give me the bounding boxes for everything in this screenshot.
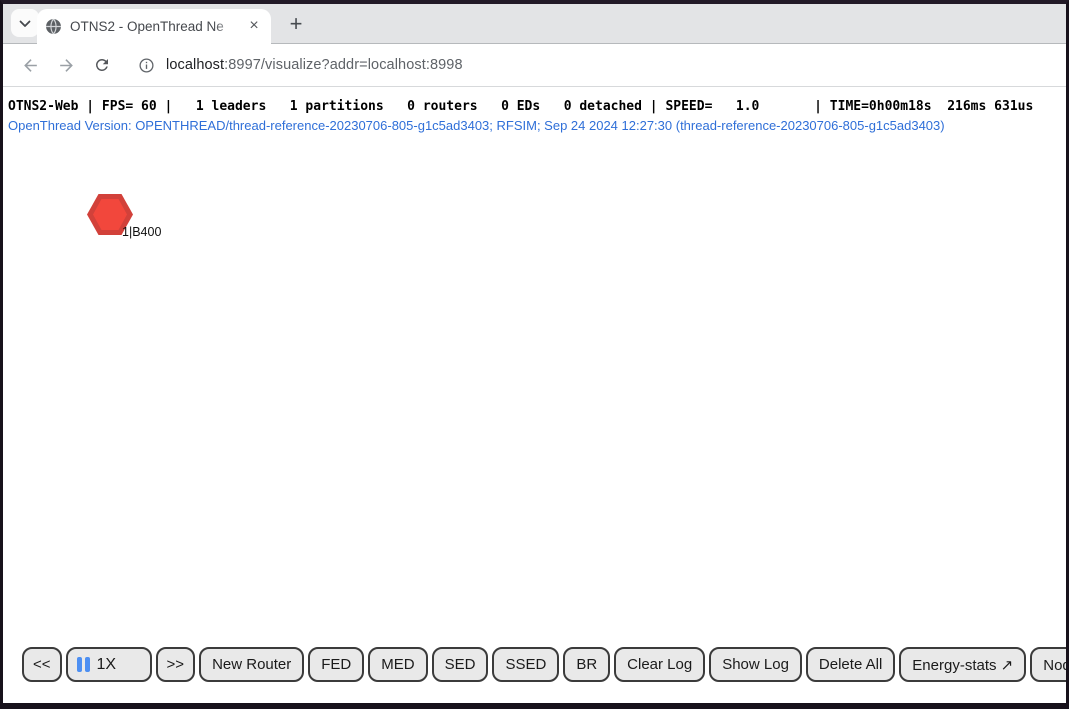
clear-log-button[interactable]: Clear Log: [614, 647, 705, 682]
tab-search-button[interactable]: [11, 9, 39, 37]
speed-decrease-button[interactable]: <<: [22, 647, 62, 682]
node-stats-button[interactable]: Node-stats ↗: [1030, 647, 1066, 682]
med-button[interactable]: MED: [368, 647, 427, 682]
speed-increase-button[interactable]: >>: [156, 647, 196, 682]
browser-toolbar: localhost:8997/visualize?addr=localhost:…: [3, 44, 1066, 87]
version-link[interactable]: OpenThread Version: OPENTHREAD/thread-re…: [8, 118, 945, 133]
ssed-button[interactable]: SSED: [492, 647, 559, 682]
action-toolbar: << 1X >> New Router FED MED SED SSED BR …: [22, 647, 1066, 682]
address-bar[interactable]: localhost:8997/visualize?addr=localhost:…: [135, 54, 463, 76]
tab-strip: OTNS2 - OpenThread Ne × +: [3, 4, 1066, 44]
status-line: OTNS2-Web | FPS= 60 | 1 leaders 1 partit…: [8, 99, 1033, 114]
tab-title: OTNS2 - OpenThread Ne: [70, 19, 224, 34]
tab-close-icon[interactable]: ×: [245, 18, 263, 36]
forward-icon[interactable]: [53, 52, 79, 78]
speed-label: 1X: [97, 656, 117, 674]
url-path: :8997/visualize?addr=localhost:8998: [224, 57, 463, 73]
browser-tab[interactable]: OTNS2 - OpenThread Ne ×: [37, 9, 271, 44]
sed-button[interactable]: SED: [432, 647, 489, 682]
node-label: 1|B400: [122, 225, 161, 239]
new-router-button[interactable]: New Router: [199, 647, 304, 682]
back-icon[interactable]: [17, 52, 43, 78]
browser-window: OTNS2 - OpenThread Ne × + localh: [0, 0, 1069, 709]
globe-favicon-icon: [45, 18, 62, 35]
site-info-icon[interactable]: [135, 54, 157, 76]
new-tab-button[interactable]: +: [282, 10, 310, 38]
chevron-down-icon: [19, 16, 31, 31]
pause-speed-button[interactable]: 1X: [66, 647, 152, 682]
energy-stats-button[interactable]: Energy-stats ↗: [899, 647, 1026, 682]
delete-all-button[interactable]: Delete All: [806, 647, 895, 682]
br-button[interactable]: BR: [563, 647, 610, 682]
url-text[interactable]: localhost:8997/visualize?addr=localhost:…: [166, 57, 463, 73]
pause-icon: [77, 657, 90, 672]
page-content: OTNS2-Web | FPS= 60 | 1 leaders 1 partit…: [3, 87, 1066, 701]
tab-title-wrap: OTNS2 - OpenThread Ne: [70, 18, 239, 36]
show-log-button[interactable]: Show Log: [709, 647, 802, 682]
reload-icon[interactable]: [89, 52, 115, 78]
tab-title-fade: [213, 18, 239, 36]
fed-button[interactable]: FED: [308, 647, 364, 682]
url-host: localhost: [166, 57, 224, 73]
